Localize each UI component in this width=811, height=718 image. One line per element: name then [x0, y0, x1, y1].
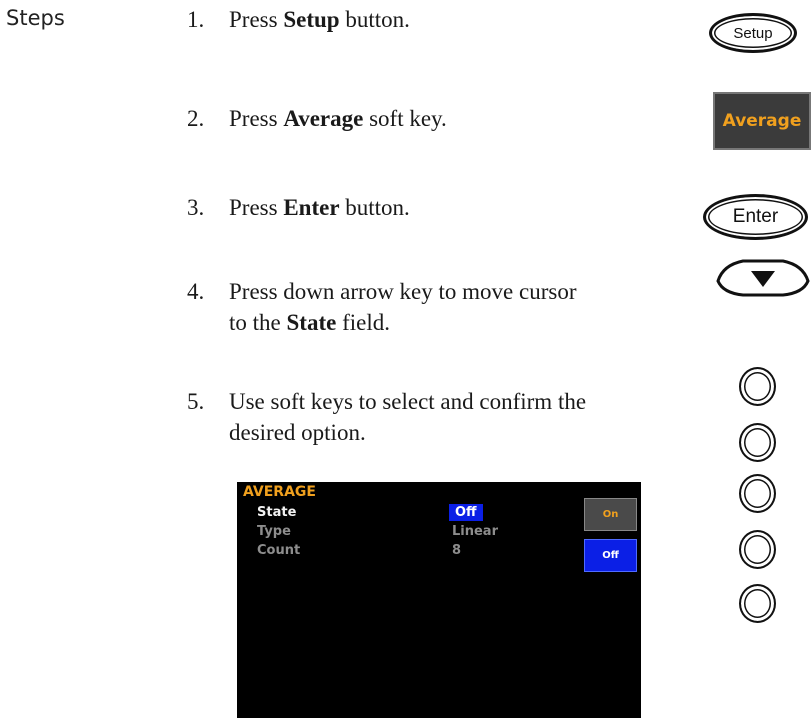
- count-value: 8: [452, 543, 462, 558]
- enter-button[interactable]: Enter: [703, 194, 808, 240]
- soft-key-2[interactable]: [739, 423, 776, 462]
- soft-key-1[interactable]: [739, 367, 776, 406]
- step-text-pre: Press down arrow key to move cursor: [229, 279, 577, 304]
- type-value: Linear: [452, 524, 498, 539]
- state-value[interactable]: Off: [449, 504, 483, 521]
- step-keyword: Average: [283, 106, 364, 131]
- step-number: 3.: [187, 195, 205, 220]
- step-keyword: Setup: [283, 7, 340, 32]
- step-1: 1. Press Setup button.: [187, 4, 707, 35]
- step-3: 3. Press Enter button.: [187, 192, 707, 223]
- step-keyword: Enter: [283, 195, 340, 220]
- step-text-pre: Press: [229, 106, 284, 131]
- step-number: 4.: [187, 279, 205, 304]
- type-label: Type: [257, 524, 291, 539]
- step-text-post: button.: [339, 195, 410, 220]
- step-4: 4. Press down arrow key to move cursor to…: [187, 276, 707, 338]
- step-text-pre: Use soft keys to select and confirm the: [229, 389, 587, 414]
- step-5: 5. Use soft keys to select and confirm th…: [187, 386, 707, 448]
- screen-title: AVERAGE: [243, 484, 316, 500]
- setup-button[interactable]: Setup: [709, 13, 797, 53]
- step-text-post: field.: [336, 310, 390, 335]
- step-number: 1.: [187, 7, 205, 32]
- down-arrow-icon: [716, 259, 810, 297]
- step-number: 2.: [187, 106, 205, 131]
- step-continuation: desired option.: [229, 420, 366, 445]
- down-arrow-key[interactable]: [715, 251, 811, 301]
- step-text-post: button.: [339, 7, 410, 32]
- soft-key-3[interactable]: [739, 474, 776, 513]
- step-2: 2. Press Average soft key.: [187, 103, 707, 134]
- count-label: Count: [257, 543, 301, 558]
- step-text-cont: to the: [229, 310, 287, 335]
- state-label: State: [257, 505, 297, 520]
- step-number: 5.: [187, 389, 205, 414]
- soft-key-5[interactable]: [739, 584, 776, 623]
- average-soft-key[interactable]: Average: [713, 92, 811, 150]
- device-screen: AVERAGE State Off Type Linear Count 8 On…: [237, 482, 641, 718]
- step-keyword: State: [286, 310, 337, 335]
- step-text-pre: Press: [229, 7, 284, 32]
- soft-key-4[interactable]: [739, 530, 776, 569]
- section-label: Steps: [6, 6, 65, 30]
- step-continuation: to the State field.: [187, 307, 707, 338]
- step-text-post: soft key.: [363, 106, 447, 131]
- screen-softkey-off[interactable]: Off: [584, 539, 637, 572]
- step-text-pre: Press: [229, 195, 284, 220]
- screen-softkey-on[interactable]: On: [584, 498, 637, 531]
